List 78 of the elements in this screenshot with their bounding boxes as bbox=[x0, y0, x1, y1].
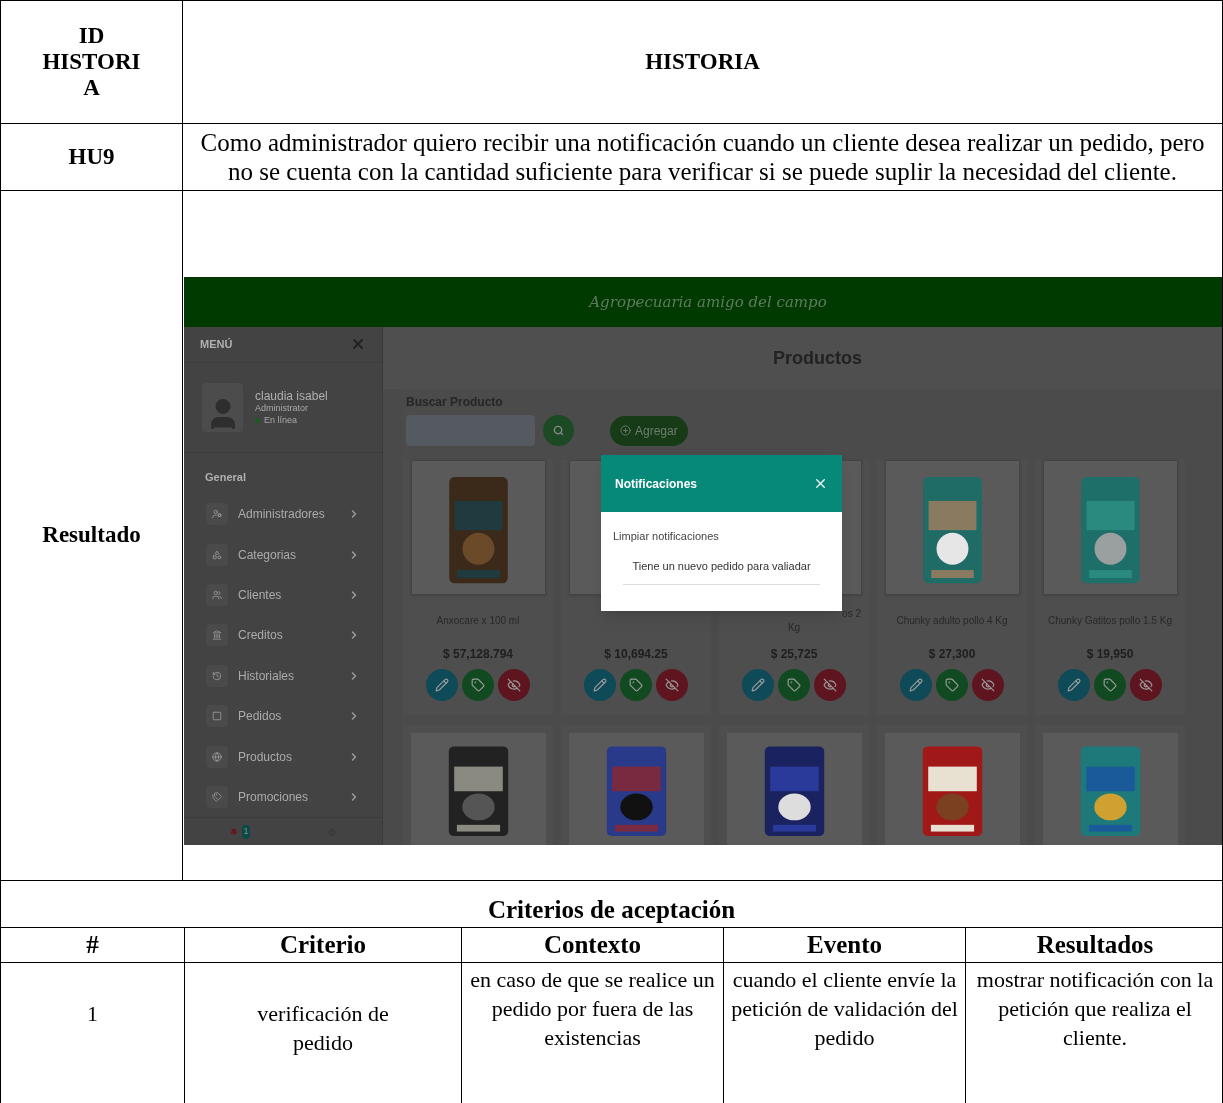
notification-item[interactable]: Tiene un nuevo pedido para valiadar bbox=[623, 557, 820, 585]
tag-button[interactable] bbox=[936, 669, 968, 701]
menu-item-icon bbox=[212, 589, 222, 600]
notification-count: 1 bbox=[241, 824, 251, 839]
tag-icon bbox=[787, 678, 801, 692]
section-title: Criterios de aceptación bbox=[486, 895, 737, 925]
table-cell-text: cuando el cliente envíe la petición de validación del pedido bbox=[730, 966, 959, 1052]
menu-item[interactable]: Administradores bbox=[184, 494, 382, 535]
hide-icon bbox=[981, 678, 995, 692]
user-name: claudia isabel bbox=[255, 390, 328, 403]
hide-button[interactable] bbox=[498, 669, 530, 701]
edit-button[interactable] bbox=[426, 669, 458, 701]
tag-button[interactable] bbox=[462, 669, 494, 701]
column-heading: Contexto bbox=[543, 930, 642, 961]
table-cell-text: en caso de que se realice un pedido por fuera de las existencias bbox=[469, 966, 716, 1052]
tag-button[interactable] bbox=[620, 669, 652, 701]
column-heading: HISTORIA bbox=[645, 48, 760, 74]
table-cell-text: verificación de pedido bbox=[256, 1000, 390, 1057]
edit-icon bbox=[909, 678, 923, 692]
add-button[interactable]: Agregar bbox=[610, 415, 688, 446]
tag-icon bbox=[629, 678, 643, 692]
hide-icon bbox=[507, 678, 521, 692]
hide-button[interactable] bbox=[1130, 669, 1162, 701]
hide-icon bbox=[665, 678, 679, 692]
menu-item[interactable]: Pedidos bbox=[184, 695, 382, 737]
avatar bbox=[202, 383, 243, 433]
clear-notifications-link[interactable]: Limpiar notificaciones bbox=[601, 512, 842, 545]
section-label: General bbox=[204, 470, 247, 486]
tag-icon bbox=[945, 678, 959, 692]
dialog-title: Notificaciones bbox=[615, 475, 698, 493]
tag-icon bbox=[1103, 678, 1117, 692]
tag-icon bbox=[471, 678, 485, 692]
menu-item[interactable]: Historiales bbox=[184, 655, 382, 696]
menu-item-icon bbox=[212, 509, 222, 520]
status-text: En línea bbox=[264, 416, 298, 426]
edit-button[interactable] bbox=[742, 669, 774, 701]
menu-item-icon bbox=[212, 670, 222, 681]
hide-button[interactable] bbox=[814, 669, 846, 701]
tag-button[interactable] bbox=[1094, 669, 1126, 701]
menu-item-icon bbox=[212, 751, 222, 762]
edit-icon bbox=[593, 678, 607, 692]
edit-icon bbox=[435, 678, 449, 692]
menu-item[interactable]: Creditos bbox=[184, 615, 382, 656]
close-icon[interactable] bbox=[813, 476, 828, 491]
column-heading: # bbox=[86, 930, 99, 961]
column-heading: ID HISTORIA bbox=[41, 23, 142, 101]
menu-item-icon bbox=[212, 791, 222, 802]
column-heading: Criterio bbox=[279, 930, 367, 961]
hide-icon bbox=[1139, 678, 1153, 692]
search-button[interactable] bbox=[543, 415, 574, 446]
user-role: Administrator bbox=[255, 404, 309, 414]
menu-item[interactable]: Clientes bbox=[184, 574, 382, 616]
table-cell-text: mostrar notificación con la petición que realiza el cliente. bbox=[975, 966, 1215, 1052]
row-label: Resultado bbox=[42, 522, 141, 548]
tag-button[interactable] bbox=[778, 669, 810, 701]
story-id: HU9 bbox=[68, 143, 115, 169]
hide-button[interactable] bbox=[972, 669, 1004, 701]
menu-item[interactable]: Categorias bbox=[184, 534, 382, 575]
brand-name: Agropecuaria amigo del campo bbox=[589, 291, 827, 313]
hide-icon bbox=[823, 678, 837, 692]
story-text: Como administrador quiero recibir una notificación cuando un cliente desea realizar un pedido, pero no se cuenta con la cantidad suficiente para verificar si se puede suplir la necesidad del cliente. bbox=[199, 128, 1206, 186]
hide-button[interactable] bbox=[656, 669, 688, 701]
menu-item-icon bbox=[212, 630, 222, 641]
table-cell-text: 1 bbox=[87, 1000, 98, 1028]
menu-title: MENÚ bbox=[200, 337, 233, 353]
edit-button[interactable] bbox=[900, 669, 932, 701]
menu-item-icon bbox=[212, 711, 222, 722]
edit-button[interactable] bbox=[1058, 669, 1090, 701]
menu-item[interactable]: Productos bbox=[184, 736, 382, 777]
column-heading: Resultados bbox=[1036, 930, 1154, 961]
edit-icon bbox=[1067, 678, 1081, 692]
edit-icon bbox=[751, 678, 765, 692]
edit-button[interactable] bbox=[584, 669, 616, 701]
column-heading: Evento bbox=[807, 930, 882, 961]
menu-item-icon bbox=[212, 549, 222, 560]
search-icon bbox=[553, 425, 564, 436]
menu-item[interactable]: Promociones bbox=[184, 776, 382, 818]
plus-icon bbox=[620, 425, 631, 436]
